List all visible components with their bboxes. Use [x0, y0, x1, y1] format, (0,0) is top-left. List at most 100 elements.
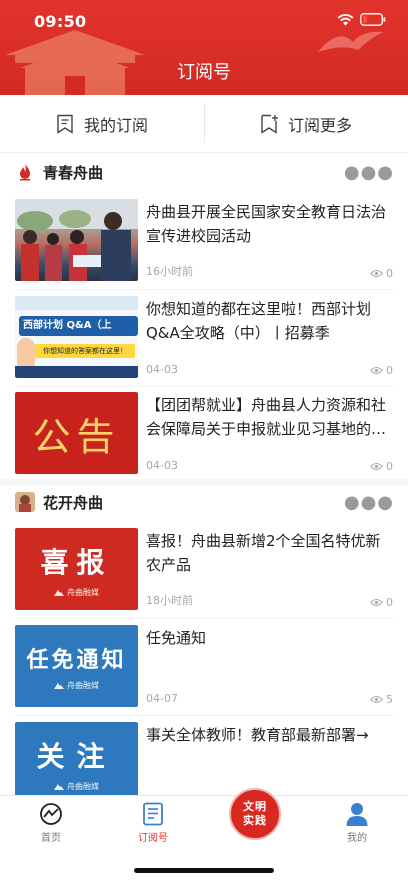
flame-logo-icon [20, 164, 30, 181]
eye-icon [370, 463, 383, 470]
bird-decoration [318, 31, 383, 52]
channel-header[interactable]: 青春舟曲 ●●● [0, 154, 408, 190]
thumb-footer [15, 366, 138, 378]
bookmark-add-icon [261, 114, 278, 134]
divider [15, 289, 393, 290]
channel-logo [15, 492, 35, 512]
view-count: 0 [370, 267, 393, 280]
more-icon[interactable]: ●●● [344, 162, 394, 183]
wifi-icon [337, 13, 354, 25]
channel-logo [15, 162, 35, 182]
status-time: 09:50 [34, 12, 87, 31]
article-title: 舟曲县开展全民国家安全教育日法治宣传进校园活动 [146, 203, 387, 245]
eye-icon [370, 367, 383, 374]
article-thumbnail: 任免通知 舟曲融媒 [15, 625, 138, 707]
divider [15, 715, 393, 716]
view-count: 5 [370, 693, 393, 706]
divider [15, 618, 393, 619]
divider [15, 386, 393, 387]
channel-header[interactable]: 花开舟曲 ●●● [0, 484, 408, 520]
view-count-value: 0 [386, 460, 393, 473]
view-count-value: 0 [386, 267, 393, 280]
list-item[interactable]: 西部计划 Q&A（上 你想知道的答案都在这里！ 你想知道的都在这里啦！西部计划Q… [15, 296, 393, 380]
thumb-brand-label: 舟曲融媒 [67, 680, 99, 690]
thumb-heading: 任免通知 [26, 647, 127, 673]
thumb-brand: 舟曲融媒 [54, 587, 99, 598]
channel-name: 花开舟曲 [43, 493, 104, 512]
tab-mine-label: 我的 [347, 833, 367, 844]
article-title: 你想知道的都在这里啦！西部计划Q&A全攻略（中）丨招募季 [146, 300, 372, 342]
more-icon[interactable]: ●●● [344, 492, 394, 513]
battery-icon [360, 13, 386, 26]
divider [204, 103, 205, 143]
thumb-brand: 舟曲融媒 [54, 680, 99, 691]
tab-home-label: 首页 [41, 833, 61, 844]
view-count: 0 [370, 460, 393, 473]
channel-name: 青春舟曲 [43, 163, 104, 182]
mountain-logo-icon [54, 783, 64, 790]
list-item[interactable]: 舟曲县开展全民国家安全教育日法治宣传进校园活动 16小时前 0 [15, 199, 393, 283]
thumb-band [15, 296, 138, 310]
list-item[interactable]: 关注 舟曲融媒 事关全体教师！教育部最新部署→ [15, 722, 393, 795]
view-count-value: 0 [386, 596, 393, 609]
bottom-tab-bar: 首页 订阅号 我的 [0, 795, 408, 850]
article-thumbnail: 关注 舟曲融媒 [15, 722, 138, 795]
article-time: 16小时前 [146, 265, 193, 278]
mountain-logo-icon [54, 682, 64, 689]
thumb-brand-label: 舟曲融媒 [67, 781, 99, 791]
photo-people-icon [15, 199, 138, 281]
thumb-heading: 关注 [36, 739, 117, 773]
thumb-text-wrap: 关注 舟曲融媒 [15, 722, 138, 795]
view-count-value: 0 [386, 364, 393, 377]
my-subscription-button[interactable]: 我的订阅 [0, 95, 204, 152]
flower-logo-icon [15, 492, 35, 512]
article-thumbnail: 公告 [15, 392, 138, 474]
tab-mine[interactable]: 我的 [322, 796, 392, 851]
thumb-text-wrap: 喜报 舟曲融媒 [15, 528, 138, 610]
thumb-subheading: 你想知道的答案都在这里！ [35, 344, 135, 358]
tab-subscription-label: 订阅号 [138, 833, 168, 844]
article-title: 任免通知 [146, 629, 207, 647]
app-header: 09:50 订阅号 [0, 0, 408, 95]
thumb-heading: 西部计划 Q&A（上 [19, 316, 138, 336]
tab-home[interactable]: 首页 [16, 796, 86, 851]
article-time: 04-03 [146, 459, 178, 472]
document-icon [142, 802, 164, 826]
article-time: 04-03 [146, 363, 178, 376]
thumb-brand: 舟曲融媒 [54, 781, 99, 792]
tab-subscription[interactable]: 订阅号 [118, 796, 188, 851]
article-time: 04-07 [146, 692, 178, 705]
article-title: 【团团帮就业】舟曲县人力资源和社会保障局关于申报就业见习基地的通知 [146, 396, 387, 438]
list-item[interactable]: 任免通知 舟曲融媒 任免通知 04-07 5 [15, 625, 393, 709]
user-icon [346, 802, 368, 826]
article-thumbnail: 喜报 舟曲融媒 [15, 528, 138, 610]
thumb-brand-label: 舟曲融媒 [67, 587, 99, 597]
thumb-heading: 喜报 [40, 545, 113, 579]
home-indicator [134, 868, 274, 873]
view-count-value: 5 [386, 693, 393, 706]
eye-icon [370, 696, 383, 703]
eye-icon [370, 599, 383, 606]
my-subscription-label: 我的订阅 [83, 115, 148, 135]
view-count: 0 [370, 596, 393, 609]
subscribe-more-label: 订阅更多 [287, 115, 352, 135]
civilization-practice-button[interactable]: 文明 实践 [229, 788, 281, 840]
list-item[interactable]: 喜报 舟曲融媒 喜报！舟曲县新增2个全国名特优新农产品 18小时前 0 [15, 528, 393, 612]
status-icons [337, 13, 386, 26]
thumb-figure [17, 338, 35, 366]
article-time: 18小时前 [146, 594, 193, 607]
center-label-line2: 实践 [243, 814, 267, 827]
article-title: 喜报！舟曲县新增2个全国名特优新农产品 [146, 532, 381, 574]
home-icon [39, 802, 63, 826]
article-thumbnail [15, 199, 138, 281]
article-title: 事关全体教师！教育部最新部署→ [146, 726, 369, 744]
list-item[interactable]: 公告 【团团帮就业】舟曲县人力资源和社会保障局关于申报就业见习基地的通知 04-… [15, 392, 393, 476]
thumb-heading: 公告 [32, 414, 121, 459]
view-count: 0 [370, 364, 393, 377]
page-title: 订阅号 [177, 62, 231, 83]
center-label-line1: 文明 [243, 800, 267, 813]
article-thumbnail: 西部计划 Q&A（上 你想知道的答案都在这里！ [15, 296, 138, 378]
subscribe-more-button[interactable]: 订阅更多 [204, 95, 408, 152]
bookmark-list-icon [57, 114, 73, 134]
eye-icon [370, 270, 383, 277]
